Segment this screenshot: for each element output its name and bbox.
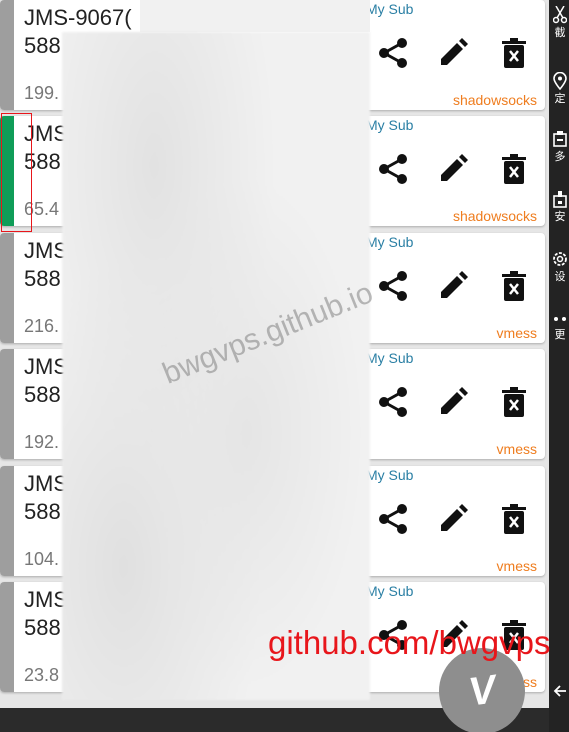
selection-indicator <box>0 233 14 343</box>
side-item-label: 多 <box>554 151 566 163</box>
selection-indicator <box>0 349 14 459</box>
install-icon <box>553 191 567 208</box>
server-name: JMS-9067( <box>24 5 132 30</box>
server-list: JMS-9067( 588 199. My Sub shadowsocks JM… <box>0 0 549 732</box>
trash-icon <box>502 504 526 534</box>
protocol-label: shadowsocks <box>452 208 537 224</box>
location-pin-icon <box>553 72 567 90</box>
subscription-name: My Sub <box>366 350 414 366</box>
server-latency: 199. <box>24 83 60 103</box>
side-item-install[interactable]: 安 <box>551 190 569 224</box>
subscription-name: My Sub <box>366 1 414 17</box>
delete-button[interactable] <box>497 502 531 536</box>
pencil-icon <box>441 504 468 531</box>
server-latency: 104. <box>24 549 60 569</box>
pencil-icon <box>441 271 468 298</box>
server-latency: 23.8 <box>24 665 60 685</box>
selection-indicator <box>0 582 14 692</box>
back-arrow-button[interactable] <box>551 684 569 698</box>
edit-button[interactable] <box>436 385 470 419</box>
side-item-multi-window[interactable]: 多 <box>551 130 569 164</box>
subscription-name: My Sub <box>366 583 414 599</box>
share-button[interactable] <box>376 269 410 303</box>
share-icon <box>379 504 407 534</box>
selection-indicator <box>0 0 14 110</box>
side-item-label: 设 <box>554 271 566 283</box>
share-icon <box>379 387 407 417</box>
subscription-name: My Sub <box>366 467 414 483</box>
settings-gear-icon <box>553 252 567 266</box>
subscription-name: My Sub <box>366 234 414 250</box>
red-watermark-text: github.com/bwgvps <box>268 624 551 661</box>
side-item-label: 安 <box>554 211 566 223</box>
side-item-more[interactable]: 更 <box>551 312 569 342</box>
share-button[interactable] <box>376 385 410 419</box>
scissors-icon <box>553 6 567 24</box>
share-icon <box>379 38 407 68</box>
protocol-label: vmess <box>496 325 537 341</box>
selection-indicator <box>0 466 14 576</box>
trash-icon <box>502 271 526 301</box>
protocol-label: vmess <box>496 441 537 457</box>
more-dots-icon <box>554 317 566 321</box>
multi-window-icon <box>553 131 567 147</box>
share-icon <box>379 154 407 184</box>
trash-icon <box>502 38 526 68</box>
delete-button[interactable] <box>497 36 531 70</box>
share-button[interactable] <box>376 152 410 186</box>
protocol-label: shadowsocks <box>452 92 537 108</box>
pencil-icon <box>441 387 468 414</box>
delete-button[interactable] <box>497 152 531 186</box>
server-address: 588 <box>24 266 61 291</box>
server-address: 588 <box>24 499 61 524</box>
server-latency: 192. <box>24 432 60 452</box>
server-latency: 216. <box>24 316 60 336</box>
server-address: 588 <box>24 615 61 640</box>
edit-button[interactable] <box>436 152 470 186</box>
protocol-label: vmess <box>496 558 537 574</box>
delete-button[interactable] <box>497 385 531 419</box>
edit-button[interactable] <box>436 36 470 70</box>
server-address: 588 <box>24 382 61 407</box>
side-item-label: 定 <box>554 93 566 105</box>
share-button[interactable] <box>376 502 410 536</box>
side-item-label: 更 <box>554 329 566 341</box>
side-item-settings[interactable]: 设 <box>551 250 569 284</box>
trash-icon <box>502 154 526 184</box>
redaction-blur-top <box>140 0 370 32</box>
highlight-box <box>1 113 32 232</box>
share-icon <box>379 271 407 301</box>
edit-button[interactable] <box>436 502 470 536</box>
trash-icon <box>502 387 526 417</box>
share-button[interactable] <box>376 36 410 70</box>
side-item-locate[interactable]: 定 <box>551 72 569 106</box>
server-address: 588 <box>24 33 61 58</box>
v2ray-logo-icon: V <box>465 666 499 715</box>
arrow-left-icon <box>553 685 566 697</box>
delete-button[interactable] <box>497 269 531 303</box>
side-toolbar: 截 定 多 安 设 更 <box>549 0 569 732</box>
pencil-icon <box>441 154 468 181</box>
side-item-screenshot[interactable]: 截 <box>551 6 569 40</box>
edit-button[interactable] <box>436 269 470 303</box>
side-item-label: 截 <box>554 27 566 39</box>
pencil-icon <box>441 38 468 65</box>
subscription-name: My Sub <box>366 117 414 133</box>
